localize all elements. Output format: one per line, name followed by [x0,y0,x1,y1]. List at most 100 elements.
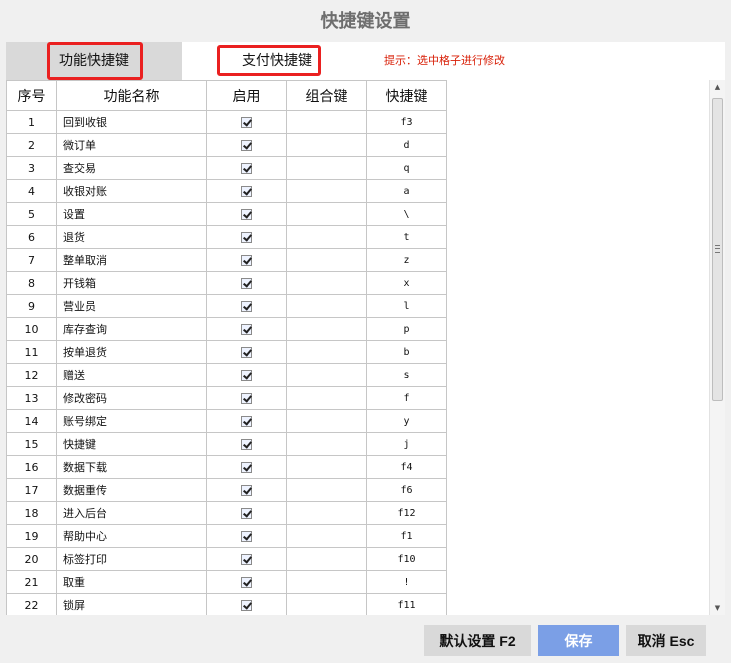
vertical-scrollbar[interactable]: ▲ ▼ [709,80,725,615]
row-shortcut-key[interactable]: ! [366,570,447,594]
row-shortcut-key[interactable]: f [366,386,447,410]
default-settings-button[interactable]: 默认设置 F2 [424,625,531,656]
table-row[interactable]: 18 进入后台 f12 [6,501,447,525]
row-enabled-cell[interactable] [206,593,287,615]
row-enabled-cell[interactable] [206,524,287,548]
table-row[interactable]: 3 查交易 q [6,156,447,180]
table-row[interactable]: 8 开钱箱 x [6,271,447,295]
enabled-checkbox[interactable] [241,255,252,266]
row-combo-key[interactable] [286,593,367,615]
table-row[interactable]: 4 收银对账 a [6,179,447,203]
row-enabled-cell[interactable] [206,432,287,456]
table-row[interactable]: 19 帮助中心 f1 [6,524,447,548]
scroll-down-arrow-icon[interactable]: ▼ [710,602,725,614]
scrollbar-thumb[interactable] [712,98,723,401]
enabled-checkbox[interactable] [241,278,252,289]
table-row[interactable]: 22 锁屏 f11 [6,593,447,615]
row-combo-key[interactable] [286,294,367,318]
row-enabled-cell[interactable] [206,179,287,203]
enabled-checkbox[interactable] [241,347,252,358]
enabled-checkbox[interactable] [241,554,252,565]
row-shortcut-key[interactable]: d [366,133,447,157]
row-shortcut-key[interactable]: a [366,179,447,203]
enabled-checkbox[interactable] [241,232,252,243]
enabled-checkbox[interactable] [241,186,252,197]
row-enabled-cell[interactable] [206,409,287,433]
enabled-checkbox[interactable] [241,485,252,496]
row-enabled-cell[interactable] [206,570,287,594]
row-combo-key[interactable] [286,409,367,433]
row-combo-key[interactable] [286,478,367,502]
row-combo-key[interactable] [286,386,367,410]
scroll-up-arrow-icon[interactable]: ▲ [710,81,725,93]
row-enabled-cell[interactable] [206,271,287,295]
table-row[interactable]: 9 营业员 l [6,294,447,318]
row-shortcut-key[interactable]: f1 [366,524,447,548]
row-shortcut-key[interactable]: p [366,317,447,341]
row-shortcut-key[interactable]: f12 [366,501,447,525]
row-shortcut-key[interactable]: s [366,363,447,387]
row-enabled-cell[interactable] [206,340,287,364]
row-combo-key[interactable] [286,547,367,571]
row-shortcut-key[interactable]: f4 [366,455,447,479]
table-row[interactable]: 6 退货 t [6,225,447,249]
row-shortcut-key[interactable]: f6 [366,478,447,502]
row-combo-key[interactable] [286,501,367,525]
table-row[interactable]: 5 设置 \ [6,202,447,226]
row-enabled-cell[interactable] [206,455,287,479]
row-combo-key[interactable] [286,271,367,295]
row-combo-key[interactable] [286,432,367,456]
row-shortcut-key[interactable]: q [366,156,447,180]
table-row[interactable]: 17 数据重传 f6 [6,478,447,502]
row-enabled-cell[interactable] [206,478,287,502]
row-enabled-cell[interactable] [206,133,287,157]
row-enabled-cell[interactable] [206,110,287,134]
enabled-checkbox[interactable] [241,531,252,542]
row-combo-key[interactable] [286,363,367,387]
row-enabled-cell[interactable] [206,547,287,571]
row-shortcut-key[interactable]: z [366,248,447,272]
row-combo-key[interactable] [286,133,367,157]
table-row[interactable]: 20 标签打印 f10 [6,547,447,571]
row-combo-key[interactable] [286,156,367,180]
row-combo-key[interactable] [286,248,367,272]
row-enabled-cell[interactable] [206,294,287,318]
row-combo-key[interactable] [286,570,367,594]
row-shortcut-key[interactable]: \ [366,202,447,226]
row-enabled-cell[interactable] [206,248,287,272]
row-enabled-cell[interactable] [206,156,287,180]
enabled-checkbox[interactable] [241,577,252,588]
table-row[interactable]: 14 账号绑定 y [6,409,447,433]
enabled-checkbox[interactable] [241,140,252,151]
row-enabled-cell[interactable] [206,317,287,341]
enabled-checkbox[interactable] [241,600,252,611]
row-shortcut-key[interactable]: l [366,294,447,318]
row-combo-key[interactable] [286,340,367,364]
table-row[interactable]: 2 微订单 d [6,133,447,157]
table-row[interactable]: 11 按单退货 b [6,340,447,364]
row-combo-key[interactable] [286,202,367,226]
table-row[interactable]: 16 数据下载 f4 [6,455,447,479]
enabled-checkbox[interactable] [241,416,252,427]
enabled-checkbox[interactable] [241,117,252,128]
enabled-checkbox[interactable] [241,393,252,404]
cancel-button[interactable]: 取消 Esc [626,625,706,656]
row-shortcut-key[interactable]: f3 [366,110,447,134]
row-enabled-cell[interactable] [206,501,287,525]
enabled-checkbox[interactable] [241,439,252,450]
row-combo-key[interactable] [286,524,367,548]
row-shortcut-key[interactable]: f10 [366,547,447,571]
enabled-checkbox[interactable] [241,324,252,335]
table-row[interactable]: 1 回到收银 f3 [6,110,447,134]
row-combo-key[interactable] [286,455,367,479]
row-shortcut-key[interactable]: x [366,271,447,295]
row-combo-key[interactable] [286,225,367,249]
row-enabled-cell[interactable] [206,386,287,410]
table-row[interactable]: 21 取重! [6,570,447,594]
row-shortcut-key[interactable]: b [366,340,447,364]
row-enabled-cell[interactable] [206,202,287,226]
row-shortcut-key[interactable]: j [366,432,447,456]
row-combo-key[interactable] [286,317,367,341]
enabled-checkbox[interactable] [241,508,252,519]
row-combo-key[interactable] [286,179,367,203]
